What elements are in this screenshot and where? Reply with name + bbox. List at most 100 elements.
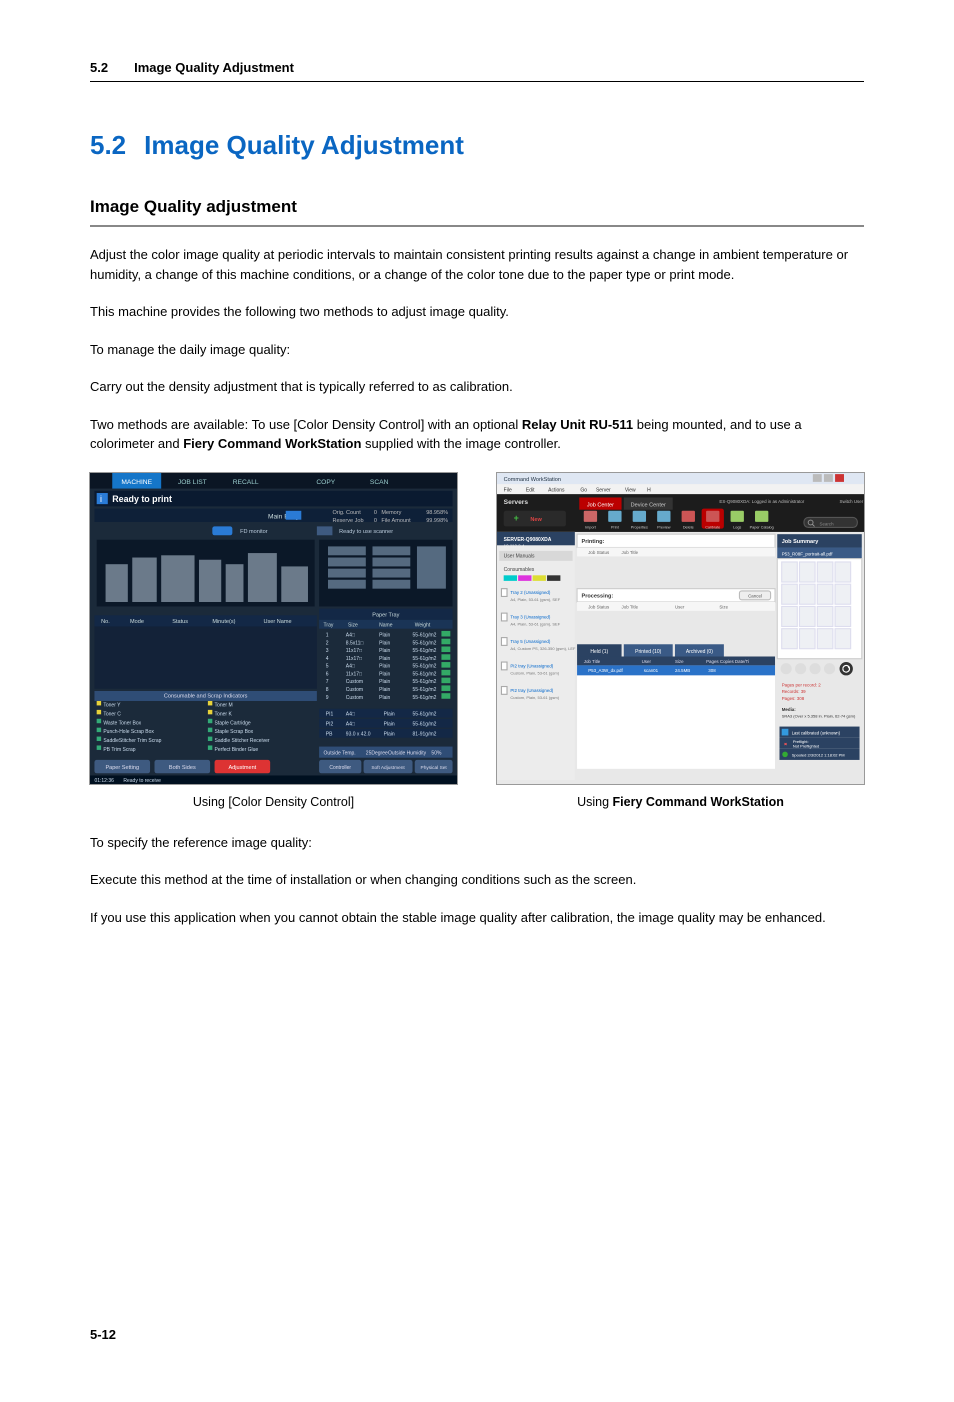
svg-text:Pages Copies Date/Ti: Pages Copies Date/Ti [706, 659, 749, 664]
svg-text:Job Title: Job Title [584, 659, 601, 664]
svg-text:Minute(s): Minute(s) [212, 619, 235, 625]
svg-text:Waste Toner Box: Waste Toner Box [103, 720, 141, 726]
svg-text:Punch-Hole Scrap Box: Punch-Hole Scrap Box [103, 729, 154, 735]
svg-text:55-61g/m2: 55-61g/m2 [413, 694, 437, 700]
svg-text:Controller: Controller [329, 764, 351, 770]
svg-text:Calibrate: Calibrate [705, 525, 720, 529]
svg-text:55-61g/m2: 55-61g/m2 [413, 655, 437, 661]
svg-text:SCAN: SCAN [370, 479, 389, 486]
svg-text:Outside Humidity: Outside Humidity [388, 750, 427, 756]
svg-text:Perfect Binder Glue: Perfect Binder Glue [215, 747, 259, 753]
paragraph-enhanced: If you use this application when you can… [90, 908, 864, 928]
svg-text:User: User [675, 604, 685, 609]
svg-text:COPY: COPY [316, 479, 335, 486]
svg-text:55-61g/m2: 55-61g/m2 [413, 721, 437, 727]
svg-text:File: File [504, 487, 512, 493]
svg-text:Name: Name [379, 622, 393, 628]
svg-text:1: 1 [326, 632, 329, 638]
svg-text:Not Preflighted: Not Preflighted [793, 743, 819, 748]
svg-text:Servers: Servers [504, 499, 529, 506]
svg-text:Device Center: Device Center [631, 502, 666, 508]
svg-text:PB: PB [326, 731, 333, 737]
svg-text:No.: No. [101, 619, 110, 625]
svg-text:Both Sides: Both Sides [169, 764, 196, 770]
svg-text:User Manuals: User Manuals [504, 553, 535, 559]
section-heading: 5.2Image Quality Adjustment [90, 130, 864, 161]
svg-text:Reserve Job: Reserve Job [332, 517, 363, 523]
svg-text:Go: Go [580, 487, 587, 493]
svg-text:Paper Tray: Paper Tray [372, 612, 399, 618]
svg-text:Custom, Plain, 53-61 (gsm): Custom, Plain, 53-61 (gsm) [510, 670, 559, 675]
svg-text:Plain: Plain [379, 632, 390, 638]
svg-text:93.0 x 42.0: 93.0 x 42.0 [346, 731, 371, 737]
svg-text:5: 5 [326, 663, 329, 669]
svg-text:New: New [530, 516, 542, 522]
section-heading-text: Image Quality Adjustment [144, 130, 464, 160]
svg-text:User Name: User Name [263, 619, 291, 625]
svg-text:Custom, Plain, 53-61 (gsm): Custom, Plain, 53-61 (gsm) [510, 694, 559, 699]
svg-text:Tray 2 (Unassigned): Tray 2 (Unassigned) [510, 590, 551, 595]
svg-text:A4, Plain, 53-61 (gsm), SEF: A4, Plain, 53-61 (gsm), SEF [510, 596, 560, 601]
svg-text:Printing:: Printing: [582, 539, 605, 545]
svg-text:Media:: Media: [782, 706, 797, 711]
svg-text:25Degree: 25Degree [366, 750, 388, 756]
svg-text:11x17□: 11x17□ [346, 671, 362, 677]
svg-text:Size: Size [719, 604, 728, 609]
svg-text:Plain: Plain [379, 663, 390, 669]
svg-text:Toner Y: Toner Y [103, 702, 121, 708]
paragraph-execute: Execute this method at the time of insta… [90, 870, 864, 890]
svg-text:+: + [514, 512, 519, 522]
svg-text:Consumable and Scrap Indicator: Consumable and Scrap Indicators [164, 693, 248, 699]
svg-text:Processing:: Processing: [582, 593, 614, 599]
svg-text:99.998%: 99.998% [426, 517, 448, 523]
svg-text:2: 2 [326, 640, 329, 646]
fiery-screenshot: Command WorkStation FileEditActionsGoSer… [496, 472, 865, 785]
svg-text:PI2 tray (Unassigned): PI2 tray (Unassigned) [510, 688, 553, 693]
svg-text:Plain: Plain [379, 648, 390, 654]
svg-text:Ready to print: Ready to print [112, 493, 172, 503]
svg-text:Soft Adjustment: Soft Adjustment [371, 764, 405, 770]
svg-text:01:12:36: 01:12:36 [94, 778, 114, 784]
svg-text:Physical Set: Physical Set [421, 764, 448, 770]
svg-text:Plain: Plain [379, 679, 390, 685]
svg-text:Printed (10): Printed (10) [635, 649, 661, 655]
svg-text:A4□: A4□ [346, 632, 355, 638]
figure-color-density: MACHINE JOB LIST RECALL COPY SCAN i Read… [90, 472, 457, 809]
svg-text:Ready to receive: Ready to receive [123, 778, 161, 784]
svg-text:Toner K: Toner K [215, 711, 233, 717]
svg-text:Job Status: Job Status [588, 550, 610, 555]
running-head-title: Image Quality Adjustment [134, 60, 294, 75]
svg-text:55-61g/m2: 55-61g/m2 [413, 711, 437, 717]
svg-text:Plain: Plain [384, 731, 395, 737]
svg-text:55-61g/m2: 55-61g/m2 [413, 632, 437, 638]
svg-text:Tray 5 (Unassigned): Tray 5 (Unassigned) [510, 639, 551, 644]
svg-text:PI2 tray (Unassigned): PI2 tray (Unassigned) [510, 663, 553, 668]
svg-text:98.958%: 98.958% [426, 510, 448, 516]
svg-text:Last calibrated (unknown): Last calibrated (unknown) [792, 730, 841, 735]
svg-text:Toner M: Toner M [215, 702, 233, 708]
svg-text:Actions: Actions [548, 487, 565, 493]
svg-text:Staple Scrap Box: Staple Scrap Box [215, 729, 254, 735]
running-head: 5.2 Image Quality Adjustment [90, 60, 864, 82]
paragraph-reference-label: To specify the reference image quality: [90, 833, 864, 853]
svg-text:Status: Status [172, 619, 188, 625]
svg-text:Plain: Plain [379, 655, 390, 661]
svg-text:Cancel: Cancel [748, 593, 762, 598]
paragraph-daily-label: To manage the daily image quality: [90, 340, 864, 360]
svg-text:Properties: Properties [631, 525, 648, 529]
svg-text:Records: 39: Records: 39 [782, 689, 806, 694]
svg-text:Plain: Plain [384, 711, 395, 717]
svg-text:Consumables: Consumables [504, 566, 535, 572]
svg-text:Held (1): Held (1) [590, 649, 608, 655]
svg-text:P53_A3W_dx.pdf: P53_A3W_dx.pdf [588, 668, 623, 673]
svg-text:Paper Catalog: Paper Catalog [750, 525, 774, 529]
svg-text:i: i [100, 493, 102, 503]
svg-text:P53_R08F_portrait-all.pdf: P53_R08F_portrait-all.pdf [782, 551, 834, 556]
svg-text:PI1: PI1 [326, 711, 334, 717]
figure-caption-2: Using Fiery Command WorkStation [577, 795, 784, 809]
svg-text:Size: Size [675, 659, 684, 664]
svg-text:Plain: Plain [384, 721, 395, 727]
svg-text:55-61g/m2: 55-61g/m2 [413, 686, 437, 692]
svg-text:Adjustment: Adjustment [228, 764, 256, 770]
svg-text:Edit: Edit [526, 487, 535, 493]
